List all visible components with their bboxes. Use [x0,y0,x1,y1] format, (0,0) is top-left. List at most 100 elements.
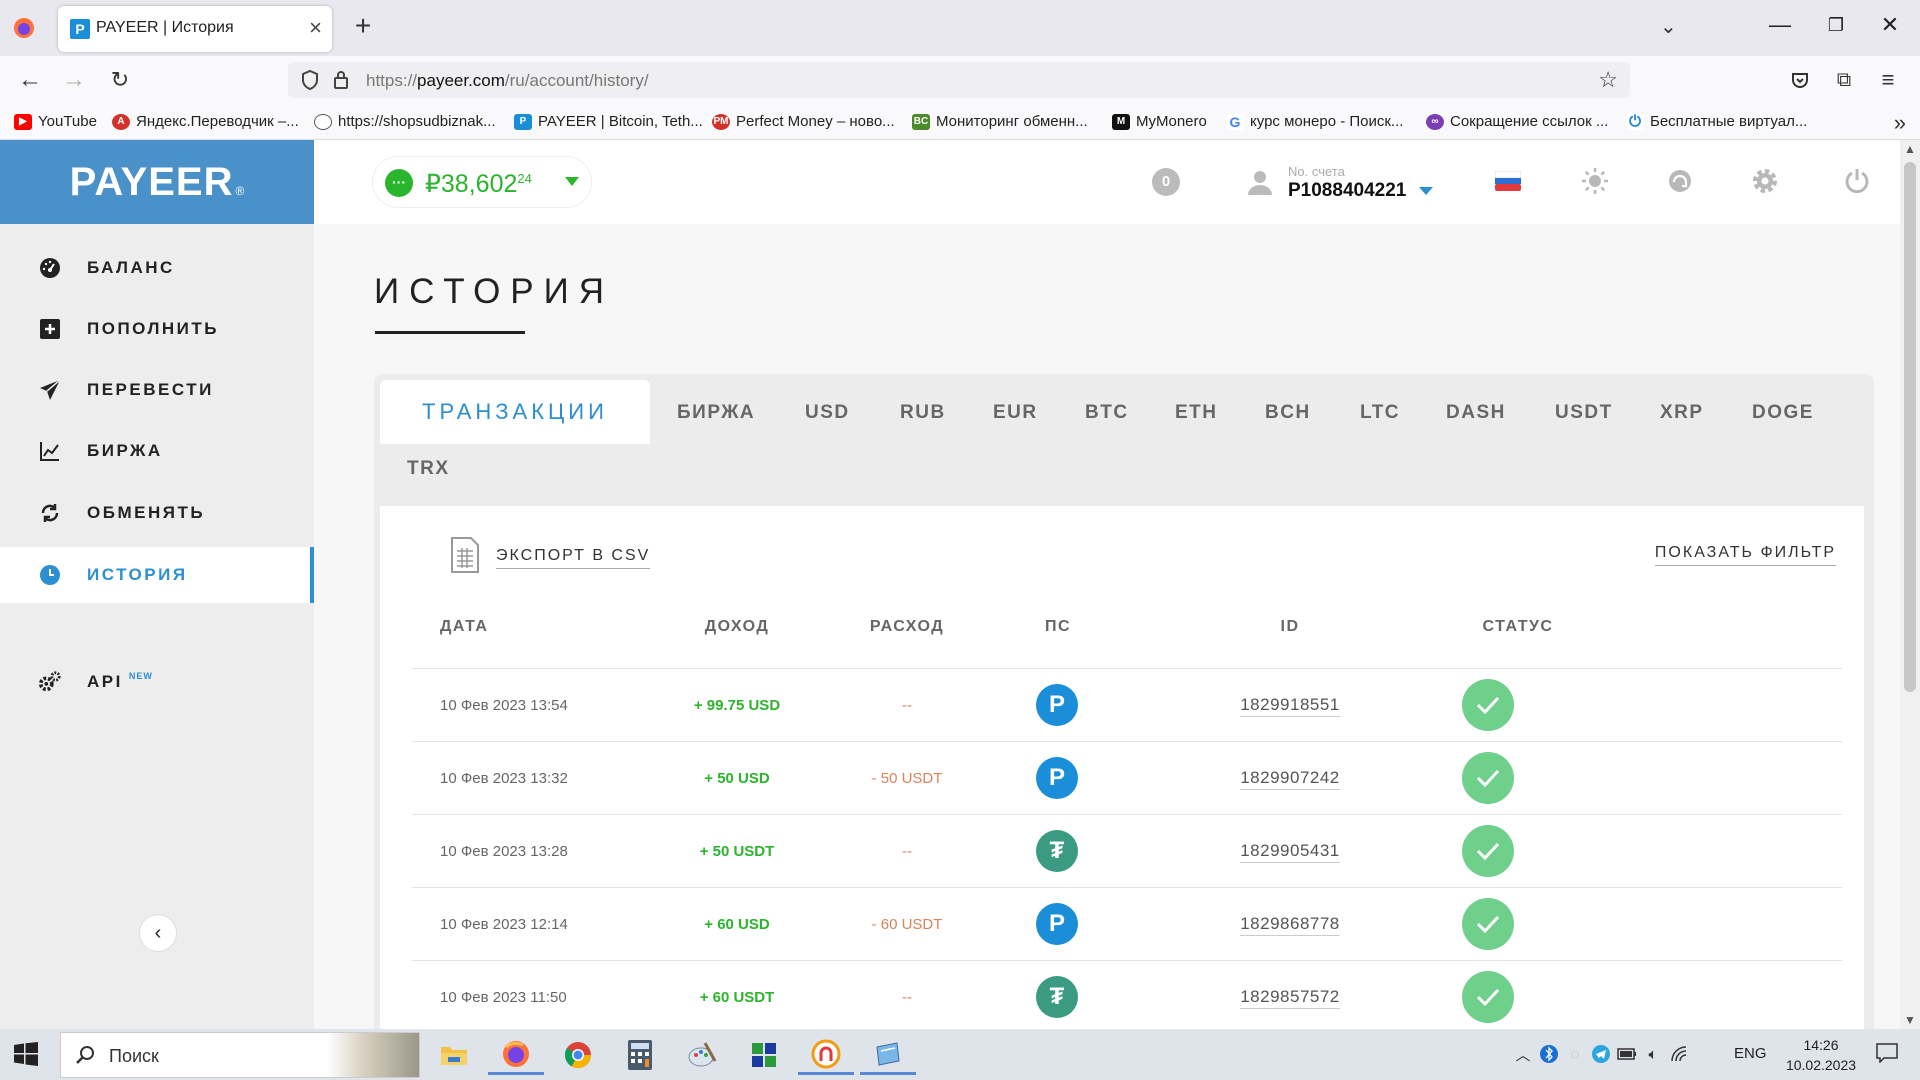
logout-power-icon[interactable] [1842,166,1872,196]
tab-exchange[interactable]: БИРЖА [677,402,755,424]
tab-bch[interactable]: BCH [1265,402,1311,424]
account-number[interactable]: P1088404221 [1288,180,1406,202]
tab-usd[interactable]: USD [805,402,850,424]
tab-doge[interactable]: DOGE [1752,402,1814,424]
telegram-icon[interactable] [1590,1043,1612,1065]
tab-ltc[interactable]: LTC [1360,402,1400,424]
page-scrollbar[interactable]: ▲ ▼ [1900,140,1920,1029]
chrome-icon[interactable] [550,1035,606,1075]
input-language-indicator[interactable]: ENG [1734,1045,1767,1062]
row-id[interactable]: 1829868778 [1172,914,1408,936]
tab-eth[interactable]: ETH [1175,402,1218,424]
sidebar-item-deposit[interactable]: ПОПОЛНИТЬ [0,301,314,357]
bookmark-shopsudbiznak[interactable]: https://shopsudbiznak... [314,113,496,130]
table-row[interactable]: 10 Фев 2023 12:14 + 60 USD - 60 USDT P 1… [412,887,1842,960]
notification-badge[interactable]: 0 [1152,168,1180,196]
column-header-expense[interactable]: РАСХОД [832,618,982,636]
restore-icon[interactable]: ❐ [1816,15,1856,36]
wifi-icon[interactable] [1668,1043,1690,1065]
cyberghost-tray-icon[interactable]: ◌ [1564,1043,1586,1065]
tab-xrp[interactable]: XRP [1660,402,1704,424]
taskbar-clock[interactable]: 14:26 10.02.2023 [1776,1035,1866,1075]
tab-btc[interactable]: BTC [1085,402,1129,424]
extensions-icon[interactable]: ⧉ [1828,64,1860,96]
sidebar-item-transfer[interactable]: ПЕРЕВЕСТИ [0,362,314,418]
sidebar-item-swap[interactable]: ОБМЕНЯТЬ [0,485,314,541]
tab-rub[interactable]: RUB [900,402,946,424]
support-icon[interactable] [1665,166,1695,196]
column-header-status[interactable]: СТАТУС [1458,618,1578,636]
close-window-icon[interactable]: ✕ [1870,12,1910,38]
balance-dropdown[interactable]: ··· ₽38,60224 [372,156,592,208]
forward-icon[interactable]: → [58,64,90,96]
sidebar-item-balance[interactable]: БАЛАНС [0,240,314,296]
table-row[interactable]: 10 Фев 2023 13:32 + 50 USD - 50 USDT P 1… [412,741,1842,814]
column-header-id[interactable]: ID [1172,618,1408,636]
tracking-shield-icon[interactable] [300,69,320,96]
windows-start-icon[interactable] [14,1042,38,1071]
bookmark-youtube[interactable]: ▶ YouTube [14,113,97,130]
tab-transactions[interactable]: ТРАНЗАКЦИИ [380,380,650,444]
user-icon[interactable] [1246,168,1274,201]
tab-dash[interactable]: DASH [1446,402,1506,424]
table-row[interactable]: 10 Фев 2023 11:50 + 60 USDT -- ₮ 1829857… [412,960,1842,1029]
sidebar-item-history[interactable]: ИСТОРИЯ [0,547,314,603]
table-row[interactable]: 10 Фев 2023 13:54 + 99.75 USD -- P 18299… [412,668,1842,741]
show-hidden-icons-chevron-icon[interactable]: ︿ [1512,1043,1534,1065]
row-id[interactable]: 1829907242 [1172,768,1408,790]
tab-eur[interactable]: EUR [993,402,1038,424]
minimize-icon[interactable]: — [1760,12,1800,38]
close-tab-icon[interactable]: × [309,16,322,40]
browser-tab-active[interactable]: P PAYEER | История × [58,6,332,52]
more-bookmarks-icon[interactable]: » [1894,110,1906,136]
bookmark-virtual-numbers[interactable]: ⏻ Бесплатные виртуал... [1626,113,1807,130]
account-caret-icon[interactable] [1419,187,1433,195]
battery-icon[interactable] [1616,1043,1638,1065]
taskbar-search-box[interactable]: Поиск [60,1032,420,1078]
collapse-sidebar-button[interactable]: ‹ [139,914,177,952]
table-row[interactable]: 10 Фев 2023 13:28 + 50 USDT -- ₮ 1829905… [412,814,1842,887]
scroll-up-icon[interactable]: ▲ [1904,142,1916,156]
bookmark-link-shortener[interactable]: ∞ Сокращение ссылок ... [1426,113,1608,130]
bookmark-bestchange[interactable]: BC Мониторинг обменн... [912,113,1088,130]
theme-sun-icon[interactable] [1580,166,1610,196]
column-header-date[interactable]: ДАТА [440,618,488,636]
sidebar-item-api[interactable]: API NEW [0,654,314,710]
bookmark-perfect-money[interactable]: PM Perfect Money – ново... [712,113,895,130]
tab-usdt[interactable]: USDT [1555,402,1613,424]
column-header-income[interactable]: ДОХОД [662,618,812,636]
address-bar[interactable]: https://payeer.com/ru/account/history/ ☆ [288,62,1630,98]
row-id[interactable]: 1829905431 [1172,841,1408,863]
firefox-view-icon[interactable] [10,14,38,42]
calculator-icon[interactable] [612,1035,668,1075]
paint-icon[interactable] [674,1035,730,1075]
bookmark-star-icon[interactable]: ☆ [1598,67,1618,93]
file-explorer-icon[interactable] [426,1035,482,1075]
show-filter-link[interactable]: ПОКАЗАТЬ ФИЛЬТР [1654,544,1836,566]
lock-icon[interactable] [332,69,350,96]
bookmark-mymonero[interactable]: M MyMonero [1112,113,1207,130]
scroll-down-icon[interactable]: ▼ [1904,1013,1916,1027]
export-csv-button[interactable]: ЭКСПОРТ В CSV [450,536,651,579]
back-icon[interactable]: ← [14,64,46,96]
tab-trx[interactable]: TRX [407,458,450,480]
bookmark-yandex-translate[interactable]: A Яндекс.Переводчик –... [112,113,299,130]
remote-desktop-icon[interactable] [860,1035,916,1075]
column-header-ps[interactable]: ПС [998,618,1118,636]
pocket-icon[interactable] [1784,64,1816,96]
row-id[interactable]: 1829857572 [1172,987,1408,1009]
bookmark-google-search[interactable]: Gкурс монеро - Поиск... [1226,113,1403,130]
cyberghost-icon[interactable] [798,1035,854,1075]
new-tab-icon[interactable]: + [348,10,378,42]
firefox-taskbar-icon[interactable] [488,1035,544,1075]
speaker-icon[interactable]: 🔈︎ [1642,1043,1664,1065]
settings-gear-icon[interactable] [1750,166,1780,196]
reload-icon[interactable]: ↻ [104,64,136,96]
action-center-icon[interactable] [1876,1043,1898,1068]
payeer-logo[interactable]: PAYEER ® [0,140,314,224]
bookmark-payeer[interactable]: P PAYEER | Bitcoin, Teth... [514,113,703,130]
list-tabs-icon[interactable]: ⌄ [1660,14,1677,39]
bluetooth-icon[interactable] [1538,1043,1560,1065]
menu-icon[interactable]: ≡ [1872,64,1904,96]
russian-flag-icon[interactable] [1493,166,1523,196]
